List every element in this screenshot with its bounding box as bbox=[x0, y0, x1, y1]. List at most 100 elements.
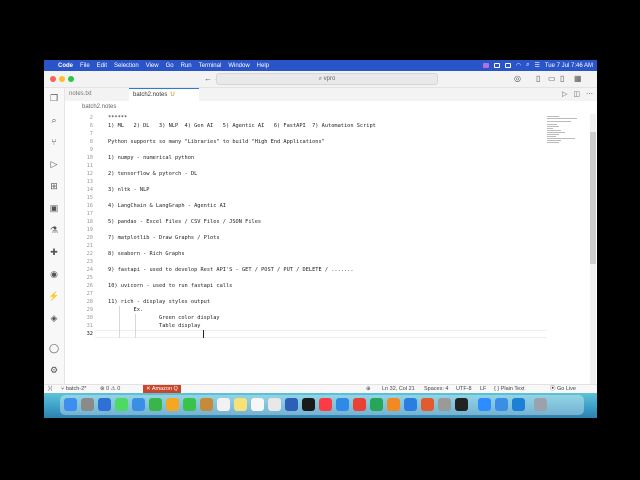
breadcrumb[interactable]: batch2.notes bbox=[82, 104, 116, 110]
zoom-app-icon[interactable] bbox=[478, 398, 491, 411]
code-line[interactable]: 7) matplotlib - Draw Graphs / Plots bbox=[108, 234, 220, 242]
scrollbar-thumb[interactable] bbox=[590, 132, 596, 264]
code-line[interactable]: ****** bbox=[108, 114, 127, 122]
toggle-sidebar-icon[interactable]: ▯ bbox=[536, 73, 540, 85]
menu-app-name[interactable]: Code bbox=[58, 63, 73, 69]
extensions-icon[interactable]: ⊞ bbox=[48, 180, 60, 192]
toggle-secondary-sidebar-icon[interactable]: ▯ bbox=[560, 73, 564, 85]
code-line[interactable]: Ex. bbox=[108, 306, 144, 314]
code-line[interactable]: 2) tensorflow & pytorch - DL bbox=[108, 170, 197, 178]
line-number[interactable]: 28 bbox=[65, 298, 93, 306]
freeform-icon[interactable] bbox=[268, 398, 281, 411]
line-number[interactable]: 26 bbox=[65, 282, 93, 290]
display-icon[interactable] bbox=[493, 63, 500, 68]
code-line[interactable]: 4) LangChain & LangGraph - Agentic AI bbox=[108, 202, 226, 210]
source-control-icon[interactable]: ⑂ bbox=[48, 136, 60, 148]
maps-icon[interactable] bbox=[149, 398, 162, 411]
vscode-icon[interactable] bbox=[512, 398, 525, 411]
copilot-icon[interactable]: ◎ bbox=[514, 73, 521, 85]
line-number[interactable]: 25 bbox=[65, 274, 93, 282]
menu-file[interactable]: File bbox=[80, 63, 90, 69]
screen-record-icon[interactable] bbox=[482, 63, 489, 68]
finder-icon[interactable] bbox=[64, 398, 77, 411]
minimize-window-button[interactable] bbox=[59, 76, 65, 82]
facetime-icon[interactable] bbox=[183, 398, 196, 411]
line-number[interactable]: 2 bbox=[65, 114, 93, 122]
code-line[interactable]: 10) uvicorn - used to run fastapi calls bbox=[108, 282, 232, 290]
gear-icon[interactable]: ⚙ bbox=[48, 364, 60, 376]
mail-icon[interactable] bbox=[132, 398, 145, 411]
line-number[interactable]: 7 bbox=[65, 130, 93, 138]
calendar-icon[interactable] bbox=[217, 398, 230, 411]
line-number[interactable]: 15 bbox=[65, 194, 93, 202]
code-line[interactable]: 5) pandas - Excel Files / CSV Files / JS… bbox=[108, 218, 261, 226]
line-number[interactable]: 30 bbox=[65, 314, 93, 322]
live-share-icon[interactable]: ⚡ bbox=[48, 290, 60, 302]
line-number[interactable]: 24 bbox=[65, 266, 93, 274]
toggle-panel-icon[interactable]: ▭ bbox=[548, 73, 556, 85]
account-icon[interactable]: ◯ bbox=[48, 342, 60, 354]
more-actions-icon[interactable]: ⋯ bbox=[586, 88, 593, 101]
contacts-icon[interactable] bbox=[200, 398, 213, 411]
xcode-icon[interactable] bbox=[404, 398, 417, 411]
messages-icon[interactable] bbox=[115, 398, 128, 411]
command-center-search[interactable]: ⌕ vpro bbox=[216, 73, 438, 85]
apple-tv-icon[interactable] bbox=[302, 398, 315, 411]
menu-clock[interactable]: Tue 7 Jul 7:46 AM bbox=[545, 63, 593, 69]
code-line[interactable]: Green color display bbox=[108, 314, 220, 322]
chrome-icon[interactable] bbox=[353, 398, 366, 411]
line-number[interactable]: 21 bbox=[65, 242, 93, 250]
code-line[interactable]: 9) fastapi - used to develop Rest API'S … bbox=[108, 266, 354, 274]
docker-icon[interactable]: ◉ bbox=[48, 268, 60, 280]
menu-view[interactable]: View bbox=[146, 63, 159, 69]
menu-go[interactable]: Go bbox=[166, 63, 174, 69]
line-number[interactable]: 18 bbox=[65, 218, 93, 226]
launchpad-icon[interactable] bbox=[81, 398, 94, 411]
maximize-window-button[interactable] bbox=[68, 76, 74, 82]
editor[interactable]: 2 ****** 6 1) ML 2) DL 3) NLP 4) Gen AI 5) … bbox=[65, 114, 597, 384]
menu-selection[interactable]: Selection bbox=[114, 63, 139, 69]
run-debug-icon[interactable]: ▷ bbox=[48, 158, 60, 170]
customize-layout-icon[interactable]: ▦ bbox=[574, 73, 582, 85]
line-number[interactable]: 31 bbox=[65, 322, 93, 330]
notes-icon[interactable] bbox=[234, 398, 247, 411]
powerpoint-icon[interactable] bbox=[421, 398, 434, 411]
line-number[interactable]: 12 bbox=[65, 170, 93, 178]
keynote-icon[interactable] bbox=[285, 398, 298, 411]
chatgpt-icon[interactable] bbox=[455, 398, 468, 411]
search-icon[interactable]: ⌕ bbox=[526, 62, 529, 69]
python-icon[interactable]: ✚ bbox=[48, 246, 60, 258]
line-number[interactable]: 6 bbox=[65, 122, 93, 130]
code-line[interactable]: 8) seaborn - Rich Graphs bbox=[108, 250, 185, 258]
control-center-icon[interactable]: ☰ bbox=[534, 62, 539, 69]
tab-batch2-notes[interactable]: batch2.notes U bbox=[129, 88, 199, 101]
back-arrow-icon[interactable]: ← bbox=[204, 73, 212, 85]
line-number[interactable]: 17 bbox=[65, 210, 93, 218]
reminders-icon[interactable] bbox=[251, 398, 264, 411]
safari-icon[interactable] bbox=[98, 398, 111, 411]
menu-window[interactable]: Window bbox=[228, 63, 249, 69]
numbers-icon[interactable] bbox=[370, 398, 383, 411]
line-number[interactable]: 29 bbox=[65, 306, 93, 314]
pages-icon[interactable] bbox=[387, 398, 400, 411]
code-line[interactable]: 1) numpy - numerical python bbox=[108, 154, 194, 162]
minimap[interactable] bbox=[547, 114, 589, 154]
line-number[interactable]: 11 bbox=[65, 162, 93, 170]
line-number[interactable]: 13 bbox=[65, 178, 93, 186]
testing-icon[interactable]: ⚗ bbox=[48, 224, 60, 236]
search-icon[interactable]: ⌕ bbox=[48, 114, 60, 126]
app-store-icon[interactable] bbox=[336, 398, 349, 411]
battery-icon[interactable] bbox=[504, 63, 511, 68]
tab-notes-txt[interactable]: notes.txt bbox=[65, 88, 129, 101]
line-number[interactable]: 27 bbox=[65, 290, 93, 298]
line-number[interactable]: 16 bbox=[65, 202, 93, 210]
menu-help[interactable]: Help bbox=[257, 63, 269, 69]
code-line[interactable]: Python supports so many "Libraries" to b… bbox=[108, 138, 325, 146]
line-number[interactable]: 23 bbox=[65, 258, 93, 266]
explorer-icon[interactable]: ❐ bbox=[48, 92, 60, 104]
line-number[interactable]: 20 bbox=[65, 234, 93, 242]
line-number[interactable]: 8 bbox=[65, 138, 93, 146]
teams-icon[interactable] bbox=[495, 398, 508, 411]
code-line[interactable]: 11) rich - display styles output bbox=[108, 298, 210, 306]
trash-icon[interactable] bbox=[534, 398, 547, 411]
